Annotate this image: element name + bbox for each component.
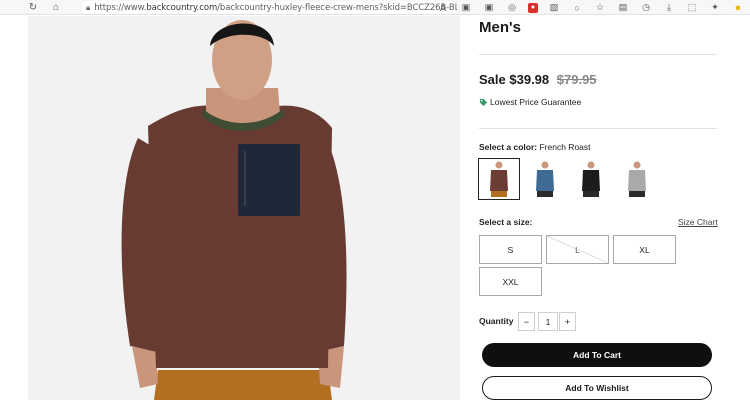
- color-swatches: [478, 158, 662, 200]
- quantity-label: Quantity: [479, 316, 514, 326]
- history-icon[interactable]: ◷: [639, 2, 653, 14]
- sale-price: $39.98: [509, 72, 550, 87]
- extensions-icon[interactable]: ⬚: [685, 2, 699, 14]
- original-price: $79.95: [556, 72, 597, 87]
- color-swatch[interactable]: [616, 158, 658, 200]
- size-chart-link[interactable]: Size Chart: [678, 217, 718, 227]
- quantity-increment-button[interactable]: +: [559, 312, 576, 331]
- favorites-star-icon[interactable]: ☆: [593, 2, 607, 14]
- downloads-icon[interactable]: ⤓: [662, 2, 676, 14]
- model-photo: [28, 16, 460, 400]
- copilot-icon[interactable]: ✦: [708, 2, 722, 14]
- size-option-s[interactable]: S: [479, 235, 542, 264]
- color-label: Select a color: French Roast: [479, 142, 591, 152]
- size-label: Select a size:: [479, 217, 533, 227]
- size-option-l[interactable]: L: [546, 235, 609, 264]
- selected-color-name: French Roast: [539, 142, 591, 152]
- sale-prefix: Sale: [479, 72, 506, 87]
- quantity-decrement-button[interactable]: −: [518, 312, 535, 331]
- duck-icon[interactable]: ●: [731, 2, 745, 14]
- add-to-cart-button[interactable]: Add To Cart: [482, 343, 712, 367]
- add-to-wishlist-button[interactable]: Add To Wishlist: [482, 376, 712, 400]
- ext-circle-icon[interactable]: ○: [570, 2, 584, 14]
- ext-1-icon[interactable]: ▣: [459, 2, 473, 14]
- browser-toolbar: ↻ ⌂ 🔒︎ https://www.backcountry.com/backc…: [0, 0, 750, 15]
- product-title: Men's: [479, 19, 521, 36]
- divider: [479, 54, 717, 55]
- size-option-xl[interactable]: XL: [613, 235, 676, 264]
- swatch-thumbnail: [628, 161, 646, 197]
- product-image[interactable]: [28, 16, 460, 400]
- color-swatch[interactable]: [478, 158, 520, 200]
- address-bar[interactable]: 🔒︎ https://www.backcountry.com/backcount…: [82, 1, 457, 14]
- price-block: Sale $39.98 $79.95: [479, 72, 597, 87]
- swatch-thumbnail: [536, 161, 554, 197]
- collections-icon[interactable]: ▤: [616, 2, 630, 14]
- lock-icon: 🔒︎: [86, 2, 91, 12]
- color-swatch[interactable]: [524, 158, 566, 200]
- tag-icon: [479, 98, 488, 106]
- home-icon[interactable]: ⌂: [48, 0, 64, 15]
- guarantee-text: Lowest Price Guarantee: [490, 97, 582, 107]
- color-swatch[interactable]: [570, 158, 612, 200]
- quantity-input[interactable]: 1: [538, 312, 558, 331]
- ext-puzzle-icon[interactable]: ▧: [547, 2, 561, 14]
- swatch-thumbnail: [582, 161, 600, 197]
- ext-2-icon[interactable]: ▣: [482, 2, 496, 14]
- url-text: https://www.backcountry.com/backcountry-…: [94, 2, 457, 13]
- extension-bar: A ▣ ▣ ◎ ● ▧ ○ ☆ ▤ ◷ ⤓ ⬚ ✦ ●: [436, 0, 750, 15]
- reload-icon[interactable]: ↻: [25, 0, 41, 15]
- size-option-xxl[interactable]: XXL: [479, 267, 542, 296]
- read-aloud-icon[interactable]: A: [436, 2, 450, 14]
- divider: [479, 128, 717, 129]
- swatch-thumbnail: [490, 161, 508, 197]
- ext-3-icon[interactable]: ◎: [505, 2, 519, 14]
- price-guarantee[interactable]: Lowest Price Guarantee: [479, 97, 581, 107]
- ext-red-icon[interactable]: ●: [528, 2, 538, 13]
